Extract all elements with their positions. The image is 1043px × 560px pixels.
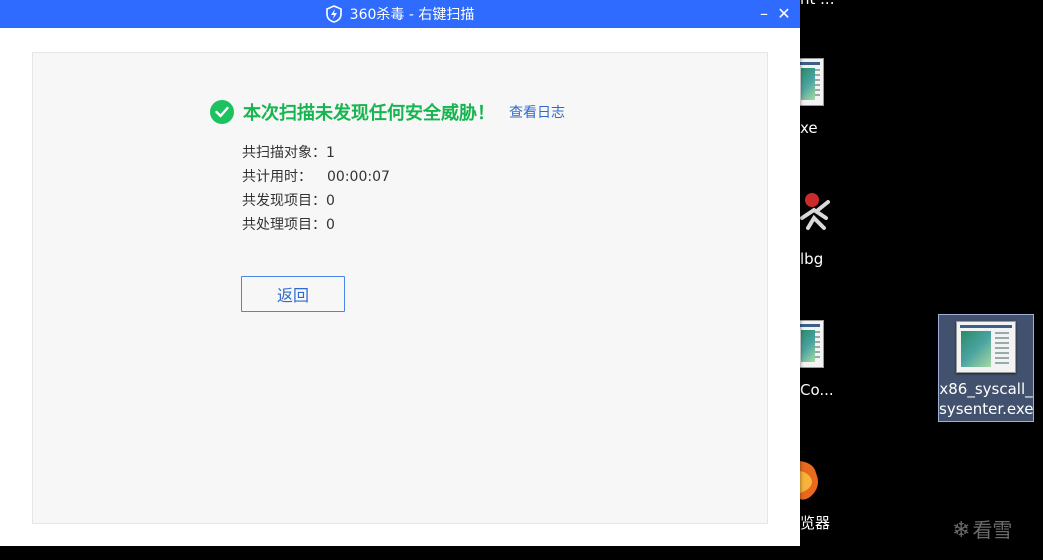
result-header: 本次扫描未发现任何安全威胁！ 查看日志 — [210, 100, 565, 124]
shield-icon — [325, 5, 342, 23]
stat-value: 0 — [326, 217, 335, 233]
stat-value: 00:00:07 — [327, 169, 390, 185]
stat-value: 0 — [326, 193, 335, 209]
stat-value: 1 — [326, 145, 335, 161]
stat-label: 共发现项目： — [242, 193, 326, 209]
stat-row: 共计用时： 00:00:07 — [242, 165, 390, 189]
result-title: 本次扫描未发现任何安全威胁！ — [243, 103, 495, 124]
stat-row: 共处理项目：0 — [242, 213, 390, 237]
desktop-exe-icon[interactable] — [796, 58, 824, 106]
view-log-link[interactable]: 查看日志 — [509, 102, 565, 122]
desktop-label-partial[interactable]: Co... — [800, 381, 834, 399]
back-button[interactable]: 返回 — [241, 276, 345, 312]
desktop-label-partial[interactable]: lbg — [800, 250, 823, 268]
stat-label: 共计用时： — [242, 169, 312, 185]
snowflake-icon: ❄ — [952, 518, 971, 543]
stat-label: 共处理项目： — [242, 217, 326, 233]
desktop-item-label: x86_syscall_ sysenter.exe — [939, 380, 1034, 418]
result-panel: 本次扫描未发现任何安全威胁！ 查看日志 共扫描对象：1 共计用时： 00:00:0… — [32, 52, 768, 524]
stat-row: 共发现项目：0 — [242, 189, 390, 213]
window-title: 360杀毒 - 右键扫描 — [349, 7, 475, 23]
bug-icon[interactable] — [800, 188, 830, 243]
check-icon — [210, 100, 234, 124]
title-bar[interactable]: 360杀毒 - 右键扫描 – ✕ — [0, 0, 800, 28]
title-wrap: 360杀毒 - 右键扫描 — [0, 0, 800, 28]
stat-label: 共扫描对象： — [242, 145, 326, 161]
desktop-label-partial[interactable]: xe — [800, 119, 818, 137]
scan-window: 360杀毒 - 右键扫描 – ✕ 本次扫描未发现任何安全威胁！ 查看日志 共扫描… — [0, 0, 800, 546]
browser-icon[interactable] — [800, 457, 822, 501]
desktop-label-partial[interactable]: 览器 — [800, 512, 830, 533]
watermark: ❄ 看雪 — [952, 518, 1013, 543]
stat-row: 共扫描对象：1 — [242, 141, 390, 165]
close-button[interactable]: ✕ — [772, 0, 796, 26]
scan-stats: 共扫描对象：1 共计用时： 00:00:07 共发现项目：0 共处理项目：0 — [242, 141, 390, 237]
exe-file-icon — [956, 321, 1016, 373]
desktop-exe-icon[interactable] — [796, 320, 824, 368]
desktop-item-selected[interactable]: x86_syscall_ sysenter.exe — [938, 314, 1034, 422]
desktop-label-partial: nt ... — [800, 0, 834, 8]
